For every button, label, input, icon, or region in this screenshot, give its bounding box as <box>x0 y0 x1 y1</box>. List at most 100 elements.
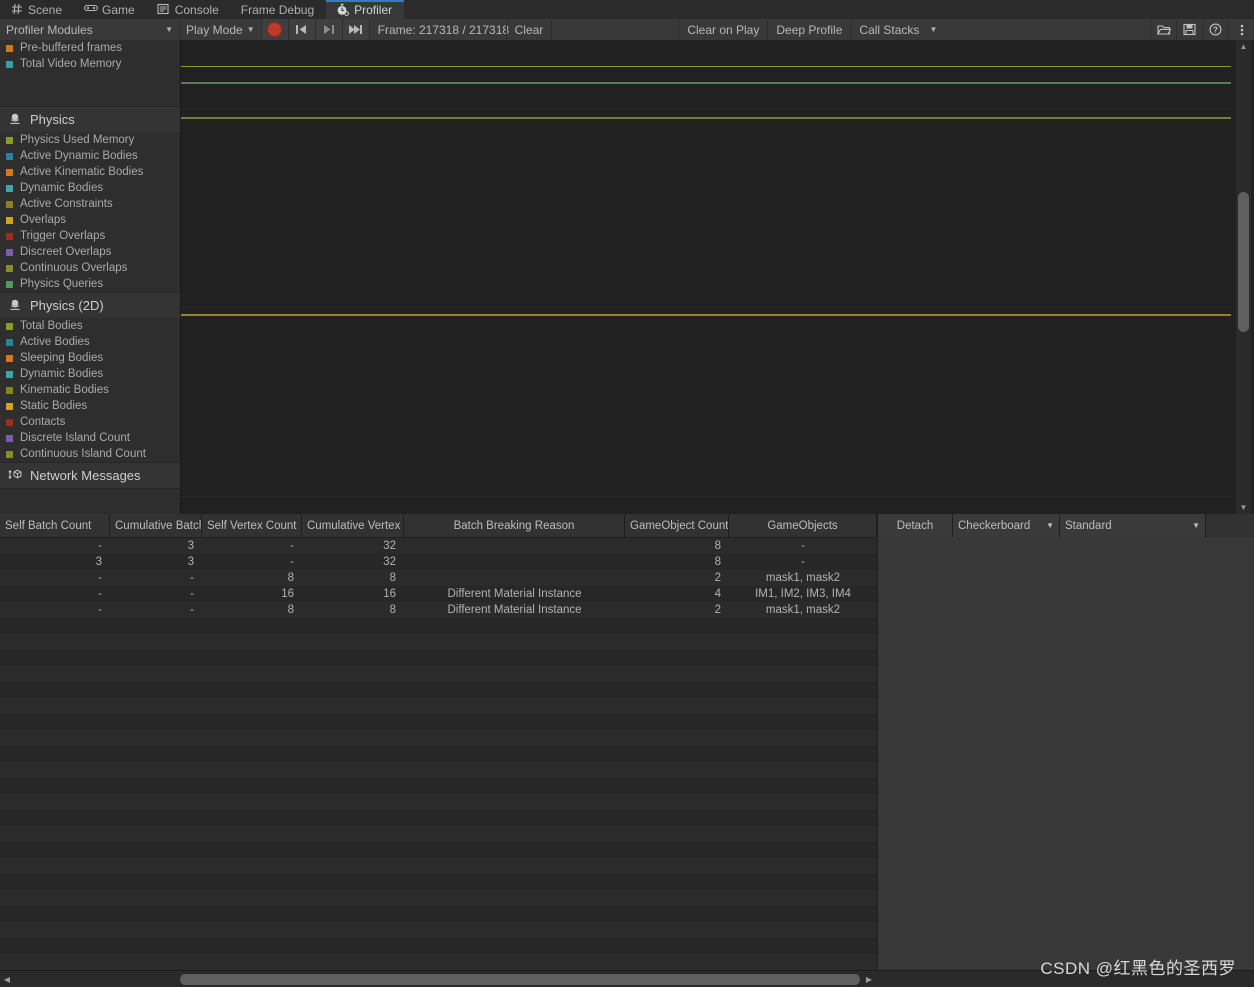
last-frame-button[interactable] <box>342 19 370 40</box>
table-cell: mask1, mask2 <box>765 604 841 616</box>
call-stacks-dropdown[interactable]: ▼ <box>927 19 943 40</box>
frame-debugger-detail-panel: Detach Checkerboard ▼ Standard ▼ <box>877 514 1254 970</box>
column-header-cumulative-batch-count[interactable]: Cumulative Batch Count <box>110 514 202 537</box>
color-swatch-icon <box>6 418 13 426</box>
module-counter-row[interactable]: Dynamic Bodies <box>0 180 180 196</box>
vertical-scrollbar-thumb[interactable] <box>1238 192 1249 332</box>
scroll-down-arrow-icon[interactable]: ▼ <box>1236 501 1251 514</box>
physics-icon <box>8 298 22 314</box>
module-counter-row[interactable]: Active Kinematic Bodies <box>0 164 180 180</box>
tab-game[interactable]: Game <box>74 0 147 19</box>
chevron-down-icon: ▼ <box>929 25 938 34</box>
render-mode-dropdown[interactable]: Checkerboard ▼ <box>953 514 1060 537</box>
column-header-gameobject-count[interactable]: GameObject Count <box>625 514 729 537</box>
profiler-modules-list[interactable]: Pre-buffered frames Total Video Memory Phy… <box>0 40 181 514</box>
module-header-physics[interactable]: Physics <box>0 107 180 132</box>
module-counter-label: Dynamic Bodies <box>20 182 104 194</box>
module-counter-row[interactable]: Active Bodies <box>0 334 180 350</box>
tab-scene[interactable]: Scene <box>0 0 74 19</box>
profiler-modules-dropdown[interactable]: Profiler Modules ▼ <box>0 19 180 40</box>
module-header-label: Physics <box>30 112 75 127</box>
module-counter-row[interactable]: Continuous Overlaps <box>0 260 180 276</box>
table-cell: 2 <box>714 572 721 584</box>
chart-physics-2d[interactable] <box>181 308 1231 497</box>
table-horizontal-scrollbar[interactable]: ◀ ▶ <box>0 970 877 987</box>
save-profile-button[interactable] <box>1176 19 1202 40</box>
column-header-gameobjects[interactable]: GameObjects <box>729 514 877 537</box>
column-header-self-batch-count[interactable]: Self Batch Count <box>0 514 110 537</box>
column-header-cumulative-vertex-count[interactable]: Cumulative Vertex Count <box>302 514 404 537</box>
detach-button[interactable]: Detach <box>878 514 953 537</box>
module-counter-row[interactable]: Static Bodies <box>0 398 180 414</box>
help-button[interactable]: ? <box>1202 19 1228 40</box>
table-cell: - <box>190 572 194 584</box>
module-counter-row[interactable]: Overlaps <box>0 212 180 228</box>
table-cell: 16 <box>281 588 294 600</box>
scroll-right-arrow-icon[interactable]: ▶ <box>862 971 876 987</box>
table-cell: - <box>801 556 805 568</box>
module-counter-row[interactable]: Total Bodies <box>0 318 180 334</box>
module-counter-row[interactable]: Discrete Island Count <box>0 430 180 446</box>
column-header-batch-breaking-reason[interactable]: Batch Breaking Reason <box>404 514 625 537</box>
module-counter-label: Active Kinematic Bodies <box>20 166 144 178</box>
module-header-label: Network Messages <box>30 468 141 483</box>
record-button[interactable] <box>261 19 289 40</box>
deep-profile-button[interactable]: Deep Profile <box>768 19 852 40</box>
color-swatch-icon <box>6 216 13 224</box>
call-stacks-button[interactable]: Call Stacks <box>851 19 927 40</box>
module-header-network-messages[interactable]: Network Messages <box>0 463 180 488</box>
module-counter-row[interactable]: Continuous Island Count <box>0 446 180 462</box>
module-counter-row[interactable]: Discreet Overlaps <box>0 244 180 260</box>
module-counter-row[interactable]: Physics Queries <box>0 276 180 292</box>
module-counter-row[interactable]: Active Constraints <box>0 196 180 212</box>
chart-memory[interactable] <box>181 40 1231 109</box>
module-counter-row[interactable]: Active Dynamic Bodies <box>0 148 180 164</box>
module-counter-row[interactable]: Total Video Memory <box>0 56 180 72</box>
color-swatch-icon <box>6 386 13 394</box>
profiler-charts-area[interactable] <box>181 40 1231 514</box>
prev-frame-button[interactable] <box>288 19 316 40</box>
module-counter-label: Total Video Memory <box>20 58 122 70</box>
physics-icon <box>8 112 22 128</box>
module-counter-row[interactable]: Dynamic Bodies <box>0 366 180 382</box>
module-counter-row[interactable]: Sleeping Bodies <box>0 350 180 366</box>
module-counter-row[interactable]: Kinematic Bodies <box>0 382 180 398</box>
column-header-self-vertex-count[interactable]: Self Vertex Count <box>202 514 302 537</box>
next-frame-button[interactable] <box>315 19 343 40</box>
tab-profiler[interactable]: Profiler <box>326 0 405 19</box>
load-profile-button[interactable] <box>1150 19 1176 40</box>
table-cell: IM1, IM2, IM3, IM4 <box>755 588 851 600</box>
color-swatch-icon <box>6 168 13 176</box>
module-counter-row[interactable]: Trigger Overlaps <box>0 228 180 244</box>
tab-console[interactable]: Console <box>147 0 231 19</box>
shader-dropdown[interactable]: Standard ▼ <box>1060 514 1206 537</box>
kebab-menu-button[interactable] <box>1228 19 1254 40</box>
charts-vertical-scrollbar[interactable]: ▲ ▼ <box>1236 40 1251 514</box>
table-cell: 8 <box>714 556 721 568</box>
scroll-left-arrow-icon[interactable]: ◀ <box>0 971 14 987</box>
color-swatch-icon <box>6 136 13 144</box>
network-icon <box>8 468 22 484</box>
play-mode-dropdown[interactable]: Play Mode ▼ <box>180 19 262 40</box>
color-swatch-icon <box>6 60 13 68</box>
module-counter-row[interactable]: Physics Used Memory <box>0 132 180 148</box>
module-counter-row[interactable]: Pre-buffered frames <box>0 40 180 56</box>
chart-series-line <box>181 82 1231 84</box>
color-swatch-icon <box>6 354 13 362</box>
clear-on-play-button[interactable]: Clear on Play <box>679 19 769 40</box>
table-cell: - <box>801 540 805 552</box>
chart-physics[interactable] <box>181 109 1231 308</box>
scroll-up-arrow-icon[interactable]: ▲ <box>1236 40 1251 53</box>
prev-frame-icon <box>296 25 307 34</box>
color-swatch-icon <box>6 370 13 378</box>
module-counter-label: Dynamic Bodies <box>20 368 104 380</box>
module-header-physics-2d[interactable]: Physics (2D) <box>0 293 180 318</box>
tab-frame-debug[interactable]: Frame Debug <box>231 0 326 19</box>
module-counter-label: Continuous Overlaps <box>20 262 128 274</box>
module-counter-row[interactable]: Contacts <box>0 414 180 430</box>
table-cell: 8 <box>287 604 294 616</box>
clear-button[interactable]: Clear <box>505 19 553 40</box>
module-counter-label: Discrete Island Count <box>20 432 130 444</box>
horizontal-scrollbar-thumb[interactable] <box>180 974 860 985</box>
play-mode-label: Play Mode <box>186 22 243 37</box>
